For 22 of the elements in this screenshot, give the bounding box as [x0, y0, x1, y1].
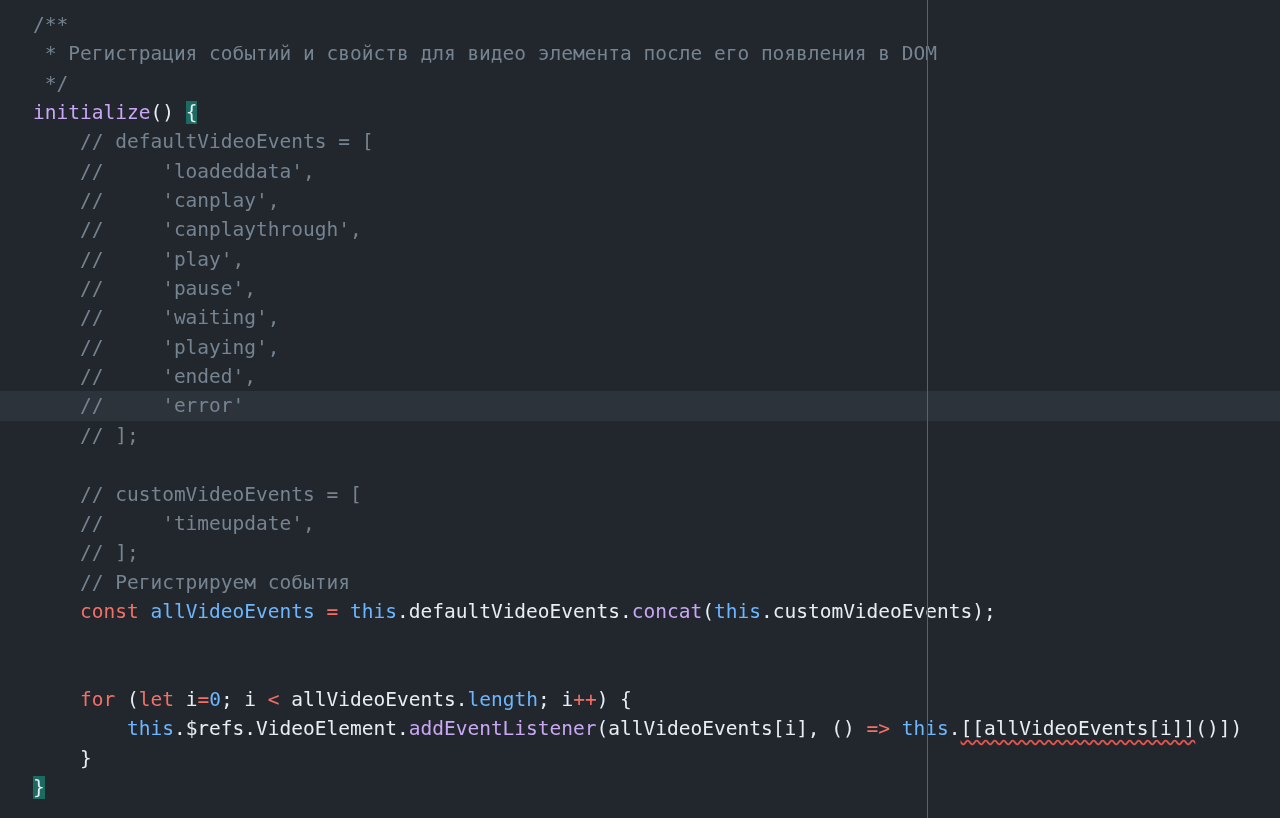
- code-line: // 'playing',: [78, 334, 281, 361]
- code-line: // 'pause',: [78, 276, 258, 303]
- code-line: */: [43, 70, 70, 97]
- code-line: // 'waiting',: [78, 305, 281, 332]
- code-line: // ];: [78, 422, 140, 449]
- code-line: // 'play',: [78, 246, 246, 273]
- code-line: }: [78, 745, 93, 772]
- code-line: // 'loadeddata',: [78, 158, 316, 185]
- code-line: // 'timeupdate',: [78, 510, 316, 537]
- code-line: this.$refs.VideoElement.addEventListener(allVideoEvents[i], () => this.[[allVideoEvents[i]]()]): [125, 716, 1244, 743]
- code-line: // 'canplay',: [78, 188, 281, 215]
- code-line: // ];: [78, 540, 140, 567]
- code-line: // customVideoEvents = [: [78, 481, 363, 508]
- code-line: // 'ended',: [78, 364, 258, 391]
- code-line: // Регистрируем события: [78, 569, 351, 596]
- code-line: // 'canplaythrough',: [78, 217, 363, 244]
- code-editor[interactable]: [0, 0, 1280, 818]
- code-line: const allVideoEvents = this.defaultVideoEvents.concat(this.customVideoEvents);: [78, 598, 997, 625]
- code-line: // defaultVideoEvents = [: [78, 129, 375, 156]
- code-line: for (let i=0; i < allVideoEvents.length; i++) {: [78, 686, 633, 713]
- code-line: initialize() {: [32, 100, 199, 127]
- code-line: /**: [32, 12, 70, 38]
